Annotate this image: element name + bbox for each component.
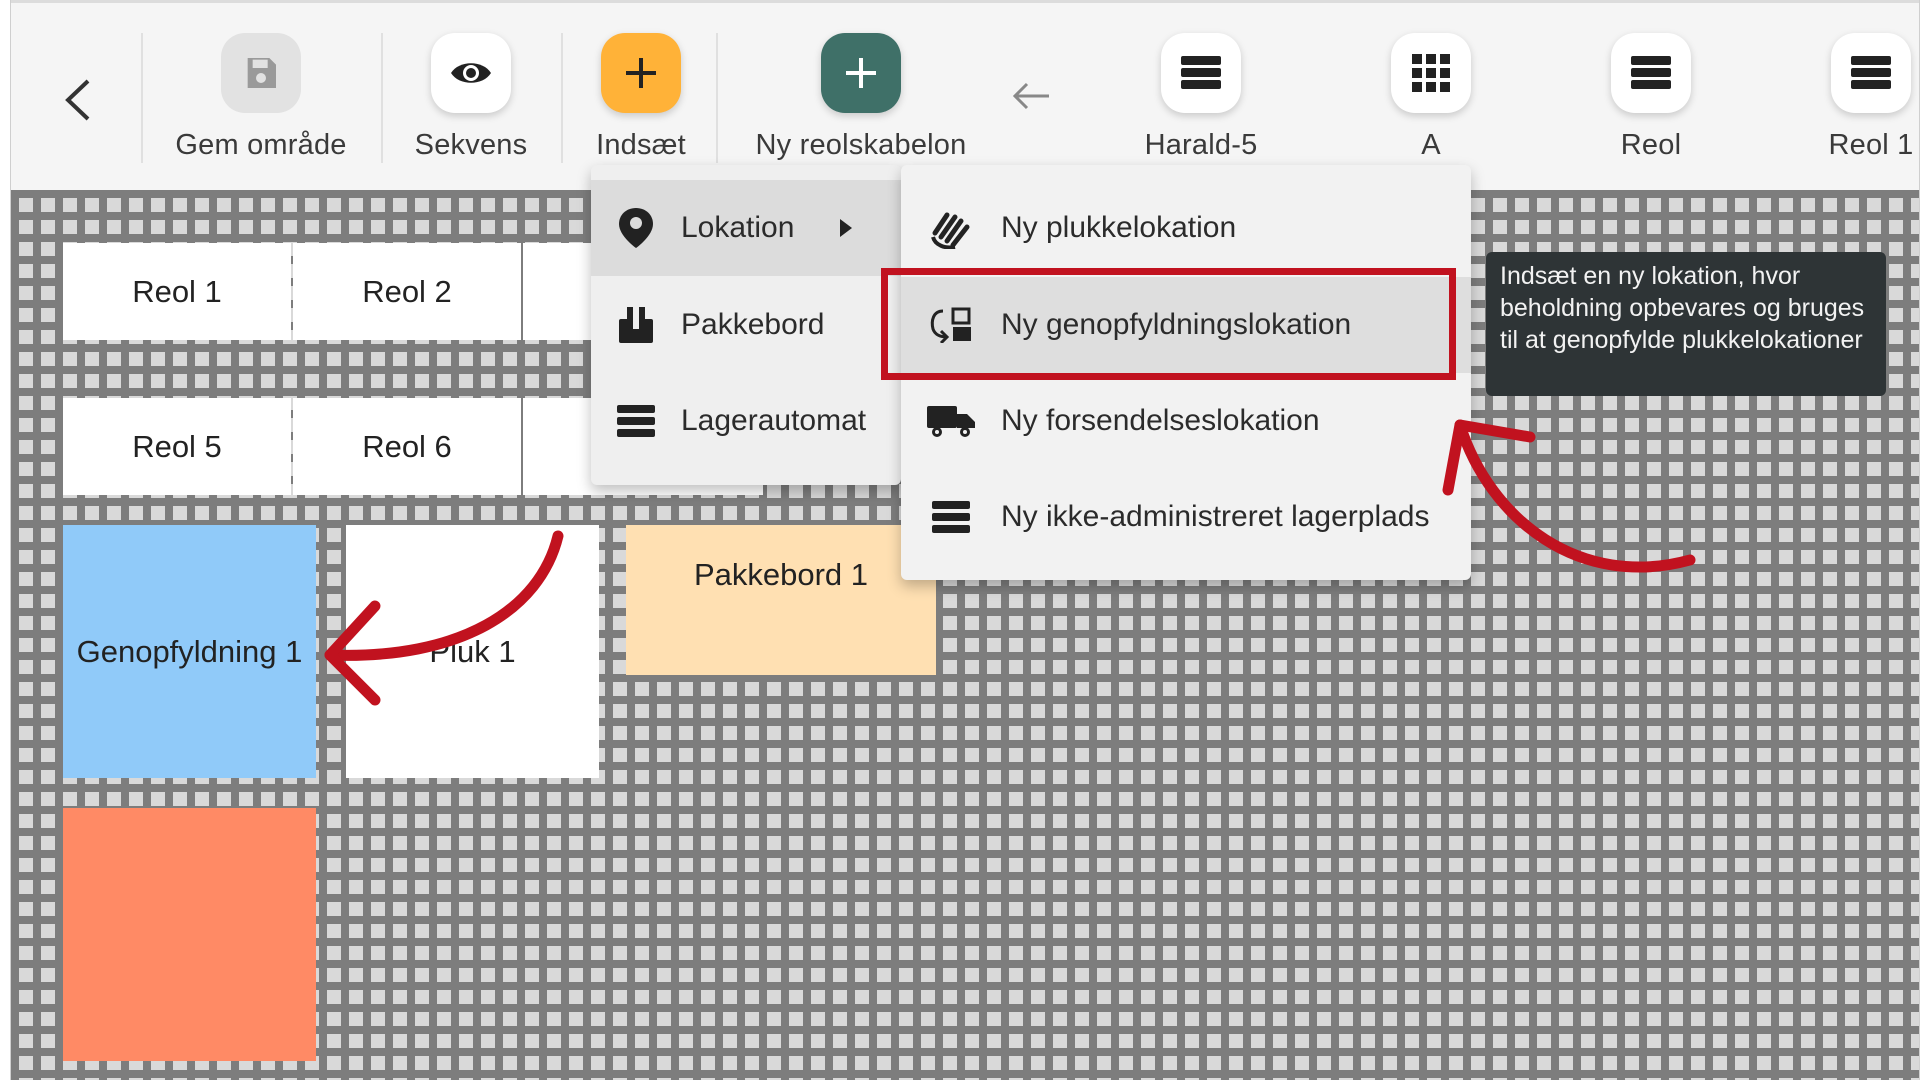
template-label: A <box>1421 129 1441 161</box>
menu-item-label: Ny plukkelokation <box>1001 211 1237 244</box>
template-item-reol-1[interactable]: Reol 1 <box>1791 33 1919 162</box>
template-icon-circle <box>1391 33 1471 113</box>
sequence-label: Sekvens <box>414 129 528 161</box>
back-button[interactable] <box>33 65 123 135</box>
list-icon <box>1631 56 1671 89</box>
app-frame: Gem område Sekvens Indsæt Ny reolskabelo… <box>10 0 1920 1080</box>
insert-button[interactable]: Indsæt <box>576 33 706 162</box>
template-icon-circle <box>1611 33 1691 113</box>
sequence-icon-circle <box>431 33 511 113</box>
truck-icon <box>927 406 975 437</box>
chevron-left-icon <box>65 79 90 121</box>
grid-icon <box>1412 54 1450 92</box>
list-icon <box>932 501 970 533</box>
list-icon <box>617 405 655 437</box>
divider <box>141 33 143 163</box>
hand-pick-icon <box>931 212 970 249</box>
menu-item-storage-automat[interactable]: Lagerautomat <box>591 373 901 469</box>
template-label: Reol <box>1620 129 1682 161</box>
menu-item-label: Ny ikke-administreret lagerplads <box>1001 500 1430 533</box>
menu-item-label: Lokation <box>681 211 795 244</box>
toolbar: Gem område Sekvens Indsæt Ny reolskabelo… <box>11 0 1919 190</box>
template-item-reol[interactable]: Reol <box>1571 33 1731 162</box>
new-template-button[interactable]: Ny reolskabelon <box>741 33 981 162</box>
plus-icon <box>846 58 876 88</box>
insert-label: Indsæt <box>596 129 686 161</box>
pick-location-box[interactable]: Pluk 1 <box>346 525 599 778</box>
orange-location-box[interactable] <box>63 808 316 1061</box>
plus-icon <box>626 58 656 88</box>
shelf-box[interactable]: Reol 2 <box>293 243 521 340</box>
menu-item-label: Pakkebord <box>681 308 825 341</box>
template-item-a[interactable]: A <box>1351 33 1511 162</box>
replenish-location-box[interactable]: Genopfyldning 1 <box>63 525 316 778</box>
new-template-label: Ny reolskabelon <box>755 129 967 161</box>
tooltip: Indsæt en ny lokation, hvor beholdning o… <box>1486 252 1886 396</box>
menu-item-new-unmanaged-storage[interactable]: Ny ikke-administreret lagerplads <box>901 469 1471 565</box>
divider <box>561 33 563 163</box>
save-area-button[interactable]: Gem område <box>171 33 351 162</box>
shelf-box[interactable]: Reol 5 <box>63 398 291 495</box>
divider <box>716 33 718 163</box>
caret-right-icon <box>840 219 853 237</box>
shelf-box[interactable]: Reol 6 <box>293 398 521 495</box>
list-icon <box>1851 56 1891 89</box>
template-label: Harald-5 <box>1144 129 1258 161</box>
eye-icon <box>451 63 491 83</box>
new-template-icon-circle <box>821 33 901 113</box>
menu-item-location[interactable]: Lokation <box>591 180 901 276</box>
package-table-icon <box>619 307 653 343</box>
template-label: Reol 1 <box>1828 129 1914 161</box>
menu-item-new-shipping-location[interactable]: Ny forsendelseslokation <box>901 373 1471 469</box>
list-icon <box>1181 56 1221 89</box>
insert-menu: Lokation Pakkebord Lagerautomat <box>591 165 901 485</box>
pack-table-box[interactable]: Pakkebord 1 <box>626 525 936 675</box>
menu-item-label: Ny forsendelseslokation <box>1001 404 1320 437</box>
save-icon-circle <box>221 33 301 113</box>
insert-icon-circle <box>601 33 681 113</box>
menu-item-label: Lagerautomat <box>681 404 867 437</box>
menu-item-pack-table[interactable]: Pakkebord <box>591 277 901 373</box>
divider <box>381 33 383 163</box>
save-icon <box>247 58 276 88</box>
template-item-harald[interactable]: Harald-5 <box>1121 33 1281 162</box>
menu-item-new-pick-location[interactable]: Ny plukkelokation <box>901 180 1471 276</box>
sequence-button[interactable]: Sekvens <box>391 33 551 162</box>
template-icon-circle <box>1831 33 1911 113</box>
save-area-label: Gem område <box>175 129 347 161</box>
template-icon-circle <box>1161 33 1241 113</box>
location-pin-icon <box>619 208 653 248</box>
arrow-left-icon[interactable] <box>1011 81 1051 116</box>
highlight-frame <box>881 268 1456 380</box>
shelf-box[interactable]: Reol 1 <box>63 243 291 340</box>
